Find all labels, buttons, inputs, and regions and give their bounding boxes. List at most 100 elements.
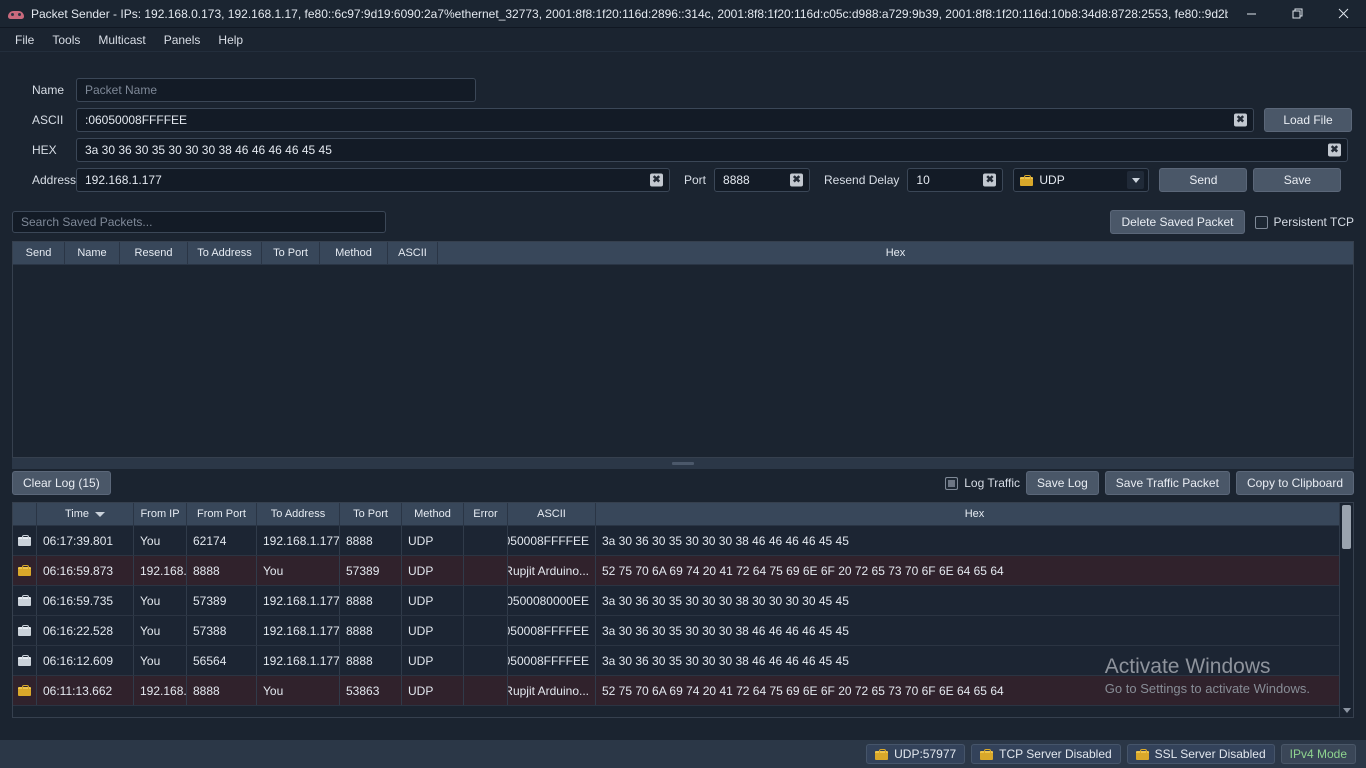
log-col-time[interactable]: Time [37, 503, 134, 525]
cell-time: 06:16:12.609 [37, 646, 134, 675]
table-row[interactable]: 06:17:39.801You62174192.168.1.1778888UDP… [13, 526, 1353, 556]
restore-icon[interactable] [1274, 0, 1320, 28]
cell-from-ip: 192.168.... [134, 556, 187, 585]
name-input[interactable]: Packet Name [76, 78, 476, 102]
checkbox-icon[interactable] [1255, 216, 1268, 229]
menu-item-multicast[interactable]: Multicast [89, 30, 154, 50]
saved-packets-table: Send Name Resend To Address To Port Meth… [12, 241, 1354, 458]
port-input[interactable]: 8888 ✖ [714, 168, 810, 192]
send-button[interactable]: Send [1159, 168, 1247, 192]
ascii-clear-icon[interactable]: ✖ [1234, 114, 1247, 127]
cell-from-port: 62174 [187, 526, 257, 555]
log-traffic-checkbox[interactable]: Log Traffic [945, 476, 1020, 490]
chevron-down-icon[interactable] [1127, 171, 1144, 189]
cell-to-port: 8888 [340, 586, 402, 615]
saved-col-method[interactable]: Method [320, 242, 388, 264]
cell-from-port: 8888 [187, 556, 257, 585]
log-col-method[interactable]: Method [402, 503, 464, 525]
cell-hex: 52 75 70 6A 69 74 20 41 72 64 75 69 6E 6… [596, 676, 1353, 705]
port-clear-icon[interactable]: ✖ [790, 174, 803, 187]
saved-col-to-address[interactable]: To Address [188, 242, 262, 264]
table-row[interactable]: 06:11:13.662192.168....8888You53863UDPRu… [13, 676, 1353, 706]
persistent-tcp-label: Persistent TCP [1274, 215, 1354, 229]
splitter-grip [672, 462, 694, 465]
cell-hex: 3a 30 36 30 35 30 30 30 38 30 30 30 30 4… [596, 586, 1353, 615]
save-button[interactable]: Save [1253, 168, 1341, 192]
search-input[interactable]: Search Saved Packets... [12, 211, 386, 233]
hex-label: HEX [12, 143, 76, 157]
address-input[interactable]: 192.168.1.177 ✖ [76, 168, 670, 192]
cell-ascii: Rupjit Arduino... [508, 556, 596, 585]
protocol-select[interactable]: UDP [1013, 168, 1149, 192]
packet-out-icon [13, 526, 37, 555]
cell-hex: 3a 30 36 30 35 30 30 30 38 46 46 46 46 4… [596, 646, 1353, 675]
checkbox-icon[interactable] [945, 477, 958, 490]
scroll-down-icon[interactable] [1340, 703, 1353, 717]
cell-error [464, 586, 508, 615]
delete-saved-packet-button[interactable]: Delete Saved Packet [1110, 210, 1244, 234]
log-col-to-address[interactable]: To Address [257, 503, 340, 525]
ascii-input[interactable]: :06050008FFFFEE ✖ [76, 108, 1254, 132]
log-col-ascii[interactable]: ASCII [508, 503, 596, 525]
cell-to-port: 8888 [340, 646, 402, 675]
address-clear-icon[interactable]: ✖ [650, 174, 663, 187]
save-traffic-packet-button[interactable]: Save Traffic Packet [1105, 471, 1230, 495]
cell-to-address: 192.168.1.177 [257, 586, 340, 615]
minimize-icon[interactable] [1228, 0, 1274, 28]
status-udp-port[interactable]: UDP:57977 [866, 744, 965, 764]
clear-log-button[interactable]: Clear Log (15) [12, 471, 111, 495]
resend-delay-input[interactable]: 10 ✖ [907, 168, 1003, 192]
copy-to-clipboard-button[interactable]: Copy to Clipboard [1236, 471, 1354, 495]
saved-packets-body[interactable] [13, 265, 1353, 457]
menu-item-file[interactable]: File [6, 30, 43, 50]
table-row[interactable]: 06:16:22.528You57388192.168.1.1778888UDP… [13, 616, 1353, 646]
log-col-from-ip[interactable]: From IP [134, 503, 187, 525]
saved-col-hex[interactable]: Hex [438, 242, 1353, 264]
table-row[interactable]: 06:16:59.735You57389192.168.1.1778888UDP… [13, 586, 1353, 616]
traffic-log-scrollbar[interactable] [1339, 503, 1353, 717]
cell-time: 06:17:39.801 [37, 526, 134, 555]
cell-from-port: 57388 [187, 616, 257, 645]
packet-in-icon [13, 556, 37, 585]
saved-packets-header: Send Name Resend To Address To Port Meth… [13, 242, 1353, 265]
cell-method: UDP [402, 676, 464, 705]
hex-clear-icon[interactable]: ✖ [1328, 144, 1341, 157]
resend-delay-clear-icon[interactable]: ✖ [983, 174, 996, 187]
cell-time: 06:11:13.662 [37, 676, 134, 705]
table-row[interactable]: 06:16:12.609You56564192.168.1.1778888UDP… [13, 646, 1353, 676]
cell-error [464, 676, 508, 705]
table-row[interactable]: 06:16:59.873192.168....8888You57389UDPRu… [13, 556, 1353, 586]
menu-item-panels[interactable]: Panels [155, 30, 210, 50]
cell-ascii: :06050008FFFFEE [508, 646, 596, 675]
saved-col-to-port[interactable]: To Port [262, 242, 320, 264]
cell-error [464, 556, 508, 585]
menu-item-help[interactable]: Help [209, 30, 252, 50]
log-col-from-port[interactable]: From Port [187, 503, 257, 525]
saved-col-name[interactable]: Name [65, 242, 120, 264]
resend-delay-value: 10 [916, 173, 929, 187]
saved-col-ascii[interactable]: ASCII [388, 242, 438, 264]
cell-method: UDP [402, 646, 464, 675]
menu-item-tools[interactable]: Tools [43, 30, 89, 50]
saved-col-resend[interactable]: Resend [120, 242, 188, 264]
traffic-log-body[interactable]: 06:17:39.801You62174192.168.1.1778888UDP… [13, 526, 1353, 706]
saved-col-send[interactable]: Send [13, 242, 65, 264]
save-log-button[interactable]: Save Log [1026, 471, 1099, 495]
log-col-error[interactable]: Error [464, 503, 508, 525]
cell-time: 06:16:59.735 [37, 586, 134, 615]
cell-to-port: 57389 [340, 556, 402, 585]
resend-delay-label: Resend Delay [824, 173, 899, 187]
status-ssl-server[interactable]: SSL Server Disabled [1127, 744, 1275, 764]
status-ip-mode[interactable]: IPv4 Mode [1281, 744, 1356, 764]
persistent-tcp-checkbox[interactable]: Persistent TCP [1255, 215, 1354, 229]
panel-splitter[interactable] [12, 458, 1354, 469]
log-col-to-port[interactable]: To Port [340, 503, 402, 525]
log-col-hex[interactable]: Hex [596, 503, 1353, 525]
cell-ascii: :06050008FFFFEE [508, 616, 596, 645]
status-tcp-server[interactable]: TCP Server Disabled [971, 744, 1121, 764]
cell-error [464, 526, 508, 555]
load-file-button[interactable]: Load File [1264, 108, 1352, 132]
scrollbar-thumb[interactable] [1342, 505, 1351, 549]
hex-input[interactable]: 3a 30 36 30 35 30 30 30 38 46 46 46 46 4… [76, 138, 1348, 162]
close-icon[interactable] [1320, 0, 1366, 28]
